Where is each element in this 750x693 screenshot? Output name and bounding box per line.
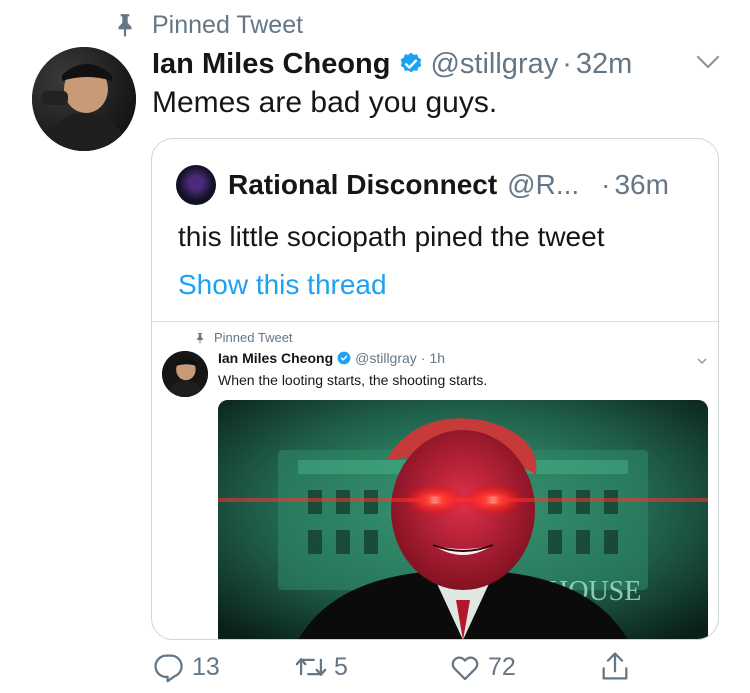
quote-display-name: Rational Disconnect <box>228 169 498 200</box>
handle[interactable]: @stillgray <box>430 48 558 81</box>
tweet-header: Ian Miles Cheong @stillgray · 32m <box>152 44 632 84</box>
show-thread-link[interactable]: Show this thread <box>178 269 387 301</box>
embedded-tweet-text: When the looting starts, the shooting st… <box>218 372 488 388</box>
pinned-indicator: Pinned Tweet <box>112 10 303 40</box>
chevron-down-icon <box>697 358 707 364</box>
quote-timestamp: 36m <box>614 169 669 200</box>
tweet-actions: 13 5 72 <box>152 650 632 690</box>
retweet-count: 5 <box>334 652 348 681</box>
avatar[interactable] <box>32 47 136 151</box>
verified-badge-icon <box>401 52 422 73</box>
separator-dot: · <box>562 47 572 80</box>
like-icon <box>451 656 479 681</box>
reply-icon <box>154 654 183 683</box>
embedded-handle: @stillgray <box>355 350 417 366</box>
share-button[interactable] <box>598 650 638 684</box>
embedded-header: Ian Miles Cheong @stillgray · 1h <box>218 350 445 366</box>
quote-text: this little sociopath pined the tweet <box>178 221 605 252</box>
embedded-pinned-label: Pinned Tweet <box>214 330 293 345</box>
retweet-icon <box>295 658 327 676</box>
retweet-button[interactable]: 5 <box>294 650 348 684</box>
timestamp[interactable]: 32m <box>576 48 632 81</box>
tweet-text: Memes are bad you guys. <box>152 86 498 119</box>
pin-icon <box>118 14 132 37</box>
embedded-display-name: Ian Miles Cheong <box>218 350 334 366</box>
embedded-tweet-screenshot: Pinned Tweet Ian Miles Cheong @stillgray… <box>152 321 718 639</box>
quote-avatar <box>176 165 216 205</box>
quote-handle: @R... <box>507 169 580 200</box>
quote-header: Rational Disconnect @R... · 36m <box>176 165 696 205</box>
chevron-down-icon[interactable] <box>694 52 722 72</box>
embedded-image: HOUSE <box>218 400 708 639</box>
reply-button[interactable]: 13 <box>152 650 220 684</box>
pin-icon <box>197 332 203 343</box>
embedded-avatar <box>162 351 208 397</box>
embedded-pinned-indicator: Pinned Tweet <box>194 330 293 345</box>
quoted-tweet-card[interactable]: Rational Disconnect @R... · 36m this lit… <box>151 138 719 640</box>
like-button[interactable]: 72 <box>448 650 516 684</box>
embedded-timestamp: 1h <box>429 350 446 366</box>
embedded-separator: · <box>420 350 426 366</box>
verified-badge-icon <box>337 351 351 365</box>
quote-separator: · <box>601 169 611 200</box>
display-name[interactable]: Ian Miles Cheong <box>152 48 390 81</box>
like-count: 72 <box>488 652 516 681</box>
reply-count: 13 <box>192 652 220 681</box>
share-icon <box>602 652 628 680</box>
pinned-label: Pinned Tweet <box>152 10 304 39</box>
